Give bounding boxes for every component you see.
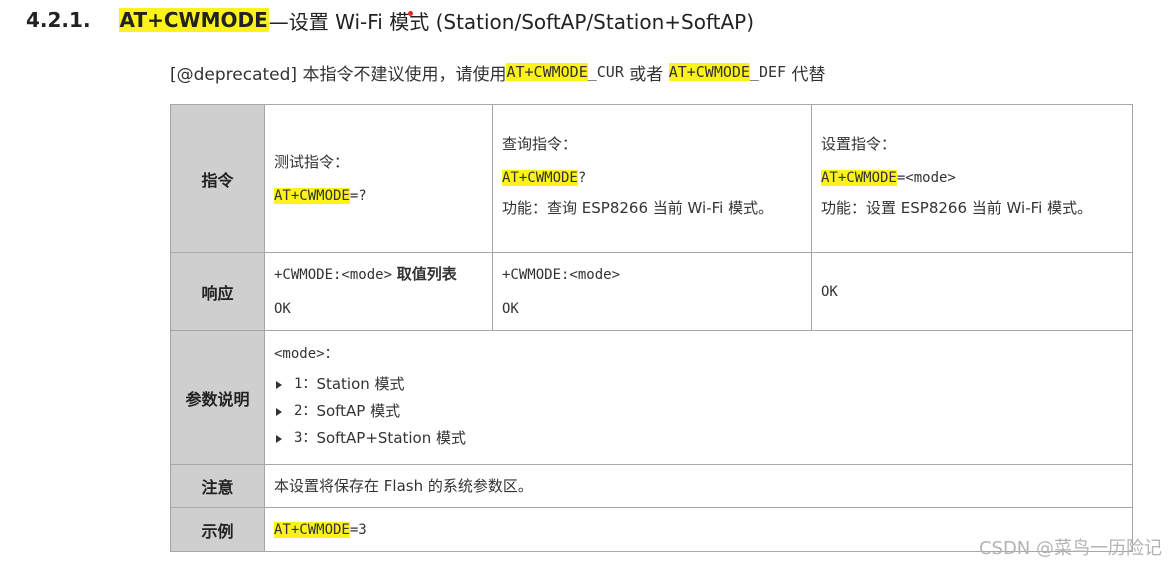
params-list: 1： Station 模式 2： SoftAP 模式 3： SoftAP+Statio… bbox=[274, 371, 1123, 452]
param-num: 2： bbox=[294, 403, 317, 419]
heading-title: —设置 Wi-Fi 模式 (Station/SoftAP/Station+Sof… bbox=[268, 9, 755, 34]
set-command-desc: 功能：设置 ESP8266 当前 Wi-Fi 模式。 bbox=[821, 199, 1093, 217]
deprecated-prefix: [@deprecated] 本指令不建议使用，请使用 bbox=[170, 64, 507, 85]
cell-params: <mode>： 1： Station 模式 2： SoftAP 模式 3： SoftA… bbox=[264, 330, 1133, 465]
list-item: 1： Station 模式 bbox=[274, 371, 1123, 398]
deprecated-suffix-cur: _CUR bbox=[587, 63, 624, 81]
bullet-triangle-icon bbox=[276, 407, 282, 416]
query-cmd-suffix: ? bbox=[577, 170, 587, 186]
test-command-title: 测试指令： bbox=[274, 152, 350, 171]
note-text: 本设置将保存在 Flash 的系统参数区。 bbox=[274, 477, 533, 495]
row-label-example: 示例 bbox=[170, 507, 265, 552]
list-item: 2： SoftAP 模式 bbox=[274, 398, 1123, 425]
example-cmd-suffix: =3 bbox=[349, 521, 367, 538]
query-command-code: AT+CWMODE? bbox=[502, 167, 802, 189]
cell-set-command: 设置指令： AT+CWMODE=<mode> 功能：设置 ESP8266 当前 … bbox=[811, 104, 1133, 253]
table-row-note: 注意 本设置将保存在 Flash 的系统参数区。 bbox=[170, 464, 1133, 508]
watermark: CSDN @菜鸟一历险记 bbox=[978, 538, 1162, 559]
query-response-ok: OK bbox=[502, 300, 519, 317]
query-command-desc: 功能：查询 ESP8266 当前 Wi-Fi 模式。 bbox=[502, 199, 774, 217]
test-cmd-highlight: AT+CWMODE bbox=[274, 187, 350, 204]
param-text: SoftAP+Station 模式 bbox=[316, 429, 467, 447]
annotation-dot-icon bbox=[408, 11, 413, 16]
deprecated-notice: [@deprecated] 本指令不建议使用，请使用 AT+CWMODE _CUR… bbox=[170, 58, 826, 86]
test-cmd-suffix: =? bbox=[349, 187, 367, 204]
test-command-code: AT+CWMODE=? bbox=[274, 185, 483, 207]
test-response-ok: OK bbox=[274, 301, 291, 317]
set-command-title: 设置指令： bbox=[821, 135, 897, 153]
list-item: 3： SoftAP+Station 模式 bbox=[274, 425, 1123, 452]
deprecated-suffix-def: _DEF bbox=[749, 63, 787, 81]
query-cmd-highlight: AT+CWMODE bbox=[502, 170, 578, 186]
cell-query-command: 查询指令： AT+CWMODE? 功能：查询 ESP8266 当前 Wi-Fi … bbox=[492, 104, 812, 253]
params-intro: <mode>： bbox=[274, 346, 339, 362]
row-label-note: 注意 bbox=[170, 464, 265, 508]
cell-set-response: OK bbox=[811, 252, 1133, 331]
table-row-response: 响应 +CWMODE:<mode> 取值列表 OK +CWMODE:<mode>… bbox=[170, 252, 1133, 331]
set-command-code: AT+CWMODE=<mode> bbox=[821, 167, 1123, 189]
row-label-params: 参数说明 bbox=[170, 330, 265, 465]
deprecated-cmd-cur: AT+CWMODE bbox=[506, 63, 588, 81]
param-num: 3： bbox=[294, 430, 317, 446]
test-response-code: +CWMODE:<mode> bbox=[274, 267, 393, 283]
section-heading: 4.2.1. AT+CWMODE —设置 Wi-Fi 模式 (Station/S… bbox=[26, 4, 754, 36]
bullet-triangle-icon bbox=[276, 434, 282, 443]
deprecated-cmd-def: AT+CWMODE bbox=[668, 63, 750, 81]
param-text: Station 模式 bbox=[316, 375, 405, 393]
cell-query-response: +CWMODE:<mode> OK bbox=[492, 252, 812, 331]
section-number: 4.2.1. bbox=[26, 8, 91, 32]
document-page: 4.2.1. AT+CWMODE —设置 Wi-Fi 模式 (Station/S… bbox=[0, 0, 1168, 568]
heading-command: AT+CWMODE bbox=[118, 8, 269, 32]
param-num: 1： bbox=[294, 376, 317, 392]
table-row-command: 指令 测试指令： AT+CWMODE=? 查询指令： AT+CWMODE? 功能… bbox=[170, 104, 1133, 253]
test-response-line1: +CWMODE:<mode> 取值列表 bbox=[274, 263, 483, 286]
test-response-bold: 取值列表 bbox=[396, 265, 457, 283]
set-cmd-highlight: AT+CWMODE bbox=[821, 170, 897, 186]
cell-test-response: +CWMODE:<mode> 取值列表 OK bbox=[264, 252, 493, 331]
set-cmd-suffix: =<mode> bbox=[896, 170, 956, 186]
table-row-params: 参数说明 <mode>： 1： Station 模式 2： SoftAP 模式 3：… bbox=[170, 330, 1133, 465]
query-command-title: 查询指令： bbox=[502, 135, 578, 153]
row-label-response: 响应 bbox=[170, 252, 265, 331]
row-label-command: 指令 bbox=[170, 104, 265, 253]
deprecated-middle: 或者 bbox=[623, 64, 669, 85]
bullet-triangle-icon bbox=[276, 380, 282, 389]
set-response-ok: OK bbox=[821, 283, 838, 300]
deprecated-end: 代替 bbox=[786, 64, 826, 85]
cell-test-command: 测试指令： AT+CWMODE=? bbox=[264, 104, 493, 253]
cell-note: 本设置将保存在 Flash 的系统参数区。 bbox=[264, 464, 1133, 508]
param-text: SoftAP 模式 bbox=[316, 402, 401, 420]
query-response-line1: +CWMODE:<mode> bbox=[502, 266, 621, 283]
command-table: 指令 测试指令： AT+CWMODE=? 查询指令： AT+CWMODE? 功能… bbox=[170, 104, 1133, 552]
example-cmd-highlight: AT+CWMODE bbox=[274, 521, 350, 538]
